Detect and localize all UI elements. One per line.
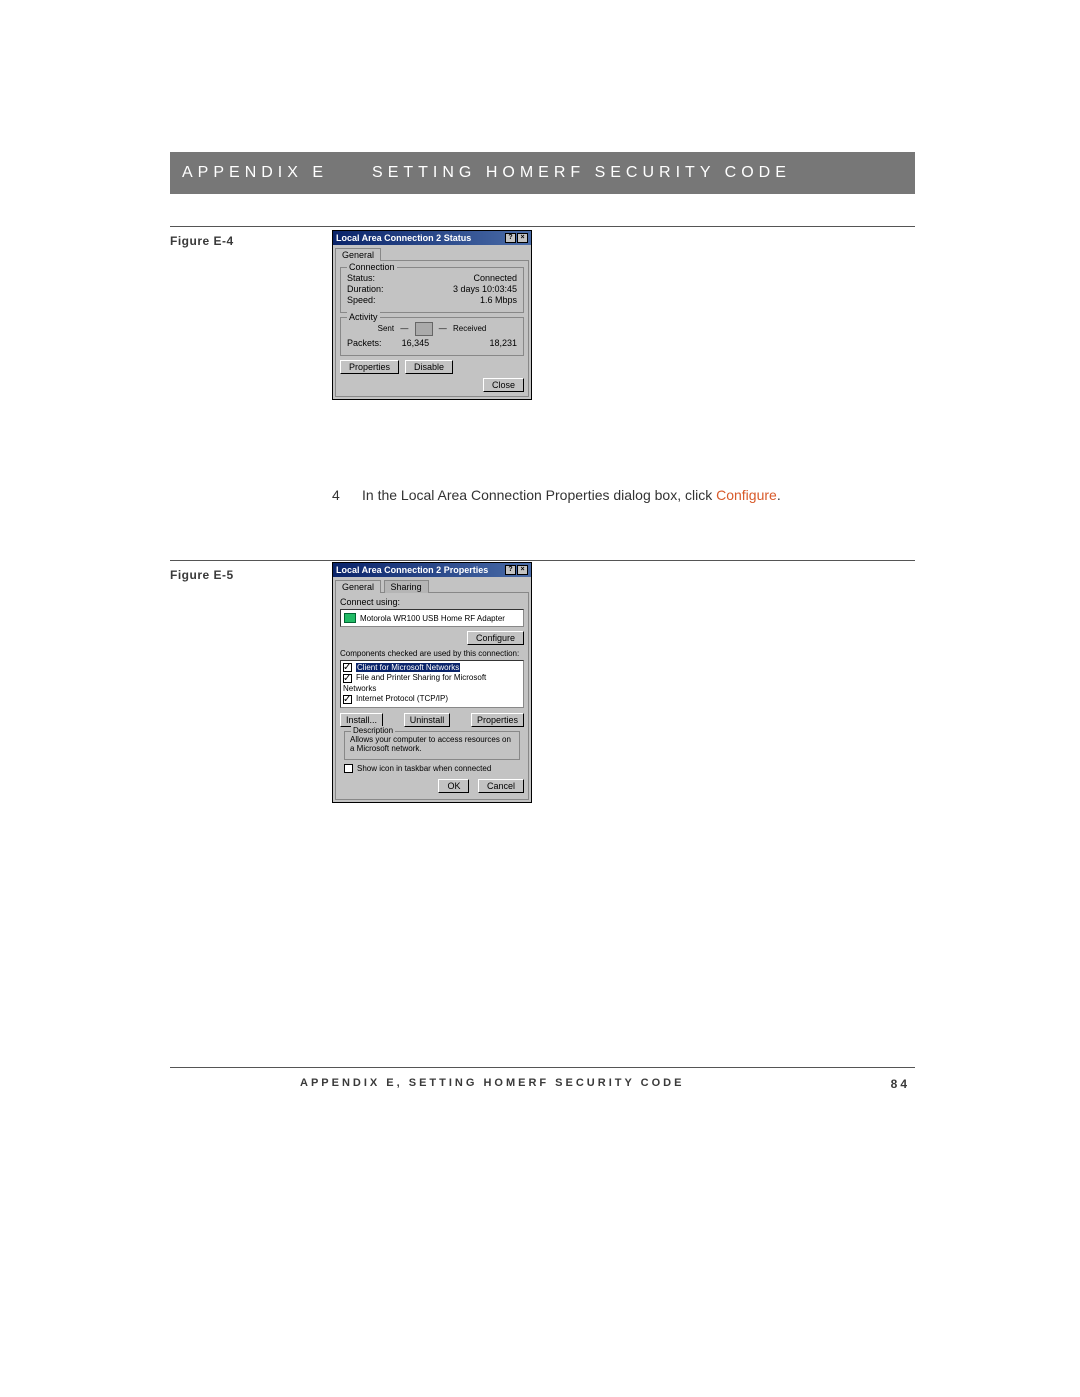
- adapter-name: Motorola WR100 USB Home RF Adapter: [360, 614, 505, 623]
- list-item[interactable]: File and Printer Sharing for Microsoft N…: [343, 673, 521, 694]
- network-activity-icon: [415, 322, 433, 336]
- properties-button[interactable]: Properties: [340, 360, 399, 374]
- instruction-step: 4 In the Local Area Connection Propertie…: [332, 486, 912, 505]
- components-list[interactable]: Client for Microsoft Networks File and P…: [340, 660, 524, 708]
- list-item-label: File and Printer Sharing for Microsoft N…: [343, 673, 486, 692]
- sent-label: Sent: [378, 324, 394, 333]
- close-icon[interactable]: ×: [517, 565, 528, 575]
- document-page: APPENDIX E SETTING HOMERF SECURITY CODE …: [0, 0, 1080, 1397]
- received-label: Received: [453, 324, 486, 333]
- speed-value: 1.6 Mbps: [480, 295, 517, 305]
- dialog-connection-status: Local Area Connection 2 Status ? × Gener…: [332, 230, 532, 400]
- description-text: Allows your computer to access resources…: [350, 735, 511, 753]
- tab-general[interactable]: General: [335, 248, 381, 261]
- description-legend: Description: [351, 726, 395, 735]
- list-item[interactable]: Internet Protocol (TCP/IP): [343, 694, 521, 704]
- dialog-connection-properties: Local Area Connection 2 Properties ? × G…: [332, 562, 532, 803]
- dialog-titlebar: Local Area Connection 2 Status ? ×: [333, 231, 531, 245]
- divider: [170, 560, 915, 561]
- components-label: Components checked are used by this conn…: [340, 649, 524, 658]
- step-text-before: In the Local Area Connection Properties …: [362, 487, 716, 503]
- step-number: 4: [332, 486, 344, 505]
- description-group: Description Allows your computer to acce…: [344, 731, 520, 760]
- group-activity: Activity Sent — — Received Packets: 16,3…: [340, 317, 524, 356]
- duration-value: 3 days 10:03:45: [453, 284, 517, 294]
- step-text-after: .: [777, 487, 781, 503]
- figure-label-e4: Figure E-4: [170, 234, 234, 248]
- component-properties-button[interactable]: Properties: [471, 713, 524, 727]
- checkbox-icon[interactable]: [343, 674, 352, 683]
- footer-text: APPENDIX E, SETTING HOMERF SECURITY CODE: [300, 1077, 684, 1089]
- close-icon[interactable]: ×: [517, 233, 528, 243]
- help-icon[interactable]: ?: [505, 565, 516, 575]
- help-icon[interactable]: ?: [505, 233, 516, 243]
- group-label: Connection: [347, 262, 397, 272]
- packets-sent: 16,345: [382, 338, 450, 348]
- tab-sharing[interactable]: Sharing: [384, 580, 429, 593]
- status-label: Status:: [347, 273, 375, 283]
- connect-using-label: Connect using:: [340, 597, 524, 607]
- cancel-button[interactable]: Cancel: [478, 779, 524, 793]
- divider: [170, 226, 915, 227]
- list-item[interactable]: Client for Microsoft Networks: [343, 663, 521, 673]
- show-icon-checkbox[interactable]: [344, 764, 353, 773]
- page-number: 84: [891, 1077, 910, 1091]
- appendix-label: APPENDIX E: [182, 164, 328, 182]
- configure-link: Configure: [716, 487, 777, 503]
- close-button[interactable]: Close: [483, 378, 524, 392]
- adapter-field: Motorola WR100 USB Home RF Adapter: [340, 609, 524, 627]
- packets-received: 18,231: [449, 338, 517, 348]
- disable-button[interactable]: Disable: [405, 360, 453, 374]
- page-header: APPENDIX E SETTING HOMERF SECURITY CODE: [170, 152, 915, 194]
- list-item-label: Client for Microsoft Networks: [356, 663, 460, 672]
- figure-label-e5: Figure E-5: [170, 568, 234, 582]
- group-connection: Connection Status:Connected Duration:3 d…: [340, 267, 524, 313]
- step-text: In the Local Area Connection Properties …: [362, 486, 781, 505]
- footer-divider: [170, 1067, 915, 1068]
- checkbox-icon[interactable]: [343, 695, 352, 704]
- install-button[interactable]: Install...: [340, 713, 383, 727]
- speed-label: Speed:: [347, 295, 376, 305]
- configure-button[interactable]: Configure: [467, 631, 524, 645]
- dialog-titlebar: Local Area Connection 2 Properties ? ×: [333, 563, 531, 577]
- group-label: Activity: [347, 312, 380, 322]
- uninstall-button[interactable]: Uninstall: [404, 713, 451, 727]
- tab-general[interactable]: General: [335, 580, 381, 593]
- duration-label: Duration:: [347, 284, 384, 294]
- dialog-title: Local Area Connection 2 Properties: [336, 565, 488, 575]
- list-item-label: Internet Protocol (TCP/IP): [356, 694, 448, 703]
- status-value: Connected: [473, 273, 517, 283]
- page-title: SETTING HOMERF SECURITY CODE: [372, 164, 791, 182]
- show-icon-label: Show icon in taskbar when connected: [357, 764, 491, 773]
- packets-label: Packets:: [347, 338, 382, 348]
- nic-icon: [344, 613, 356, 623]
- ok-button[interactable]: OK: [438, 779, 469, 793]
- dialog-title: Local Area Connection 2 Status: [336, 233, 471, 243]
